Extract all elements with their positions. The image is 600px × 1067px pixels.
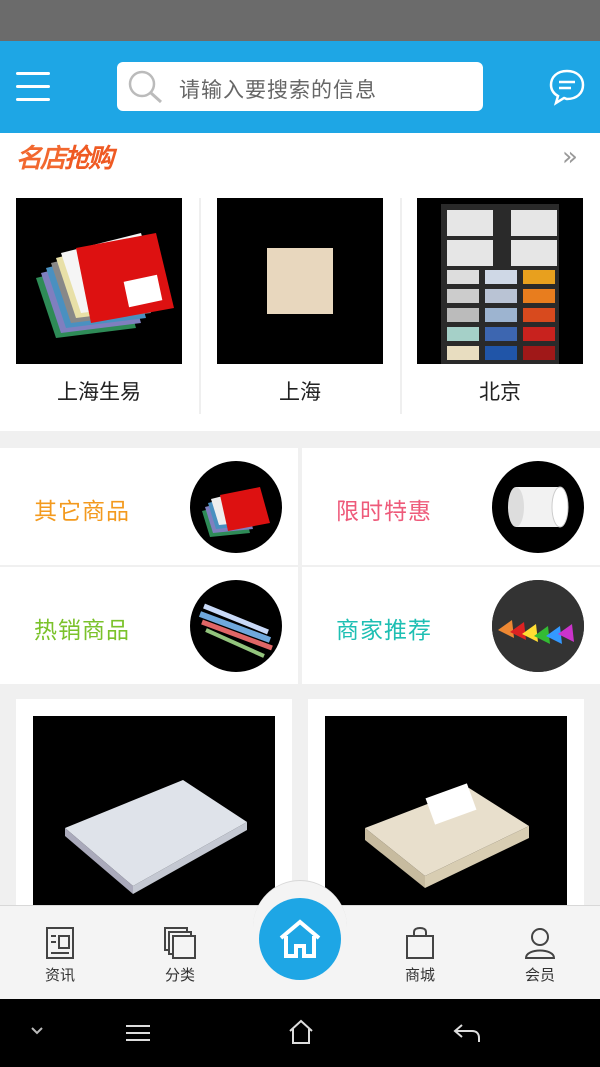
tab-label: 商城 [404, 966, 435, 984]
tab-news[interactable]: 资讯 [20, 920, 100, 992]
category-label: 其它商品 [34, 499, 130, 525]
product-card[interactable] [16, 699, 292, 909]
home-icon[interactable] [259, 898, 341, 980]
category-other[interactable]: 其它商品 [0, 448, 298, 565]
double-chevron-right-icon[interactable]: » [562, 142, 578, 172]
tab-member[interactable]: 会员 [500, 920, 580, 992]
shop-label-2[interactable]: 上海 [217, 376, 383, 406]
search-input[interactable]: 请输入要搜索的信息 [117, 62, 483, 111]
news-icon [46, 927, 74, 959]
menu-icon[interactable] [16, 72, 50, 104]
tab-label: 分类 [164, 966, 195, 984]
featured-title: 名店抢购 [16, 144, 114, 174]
back-icon[interactable] [452, 1022, 482, 1044]
chat-icon[interactable] [548, 68, 586, 106]
category-label: 热销商品 [34, 618, 130, 644]
chevron-down-icon[interactable] [30, 1026, 44, 1036]
shop-image-3[interactable] [417, 198, 583, 364]
tab-category[interactable]: 分类 [140, 920, 220, 992]
category-label: 商家推荐 [336, 618, 432, 644]
tab-label: 会员 [524, 966, 555, 984]
product-image [325, 716, 567, 909]
product-card[interactable] [308, 699, 584, 909]
shopping-bag-icon [406, 926, 434, 959]
shop-image-2[interactable] [217, 198, 383, 364]
menu-icon[interactable] [124, 1023, 152, 1043]
user-icon [524, 928, 556, 959]
category-hot-sale[interactable]: 热销商品 [0, 567, 298, 684]
category-image [492, 580, 584, 672]
category-image [190, 461, 282, 553]
product-image [33, 716, 275, 909]
divider [199, 198, 201, 414]
category-recommended[interactable]: 商家推荐 [302, 567, 600, 684]
shop-label-3[interactable]: 北京 [417, 376, 583, 406]
search-placeholder: 请输入要搜索的信息 [179, 78, 377, 102]
tab-label: 资讯 [44, 966, 75, 984]
category-label: 限时特惠 [336, 499, 432, 525]
category-image [190, 580, 282, 672]
shop-image-1[interactable] [16, 198, 182, 364]
category-icon [164, 927, 196, 959]
search-icon [128, 70, 163, 104]
divider [400, 198, 402, 414]
status-bar [0, 0, 600, 41]
home-outline-icon[interactable] [287, 1018, 315, 1046]
category-limited-offer[interactable]: 限时特惠 [302, 448, 600, 565]
tab-mall[interactable]: 商城 [380, 920, 460, 992]
shop-label-1[interactable]: 上海生易 [16, 376, 182, 406]
category-image [492, 461, 584, 553]
